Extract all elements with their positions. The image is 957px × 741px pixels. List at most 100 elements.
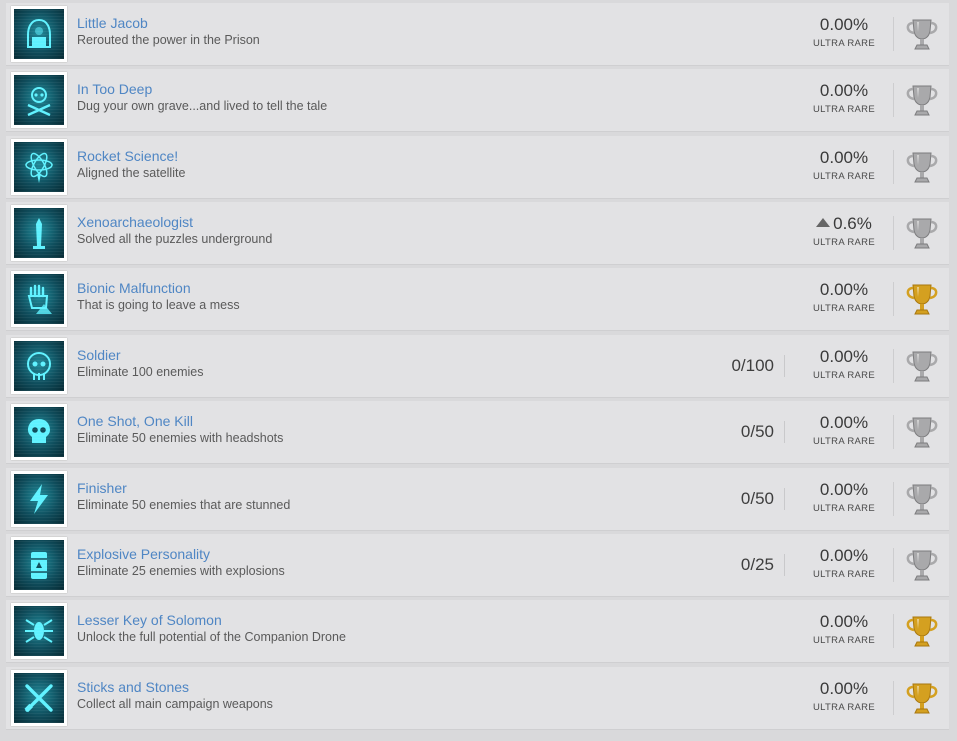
achievement-description: Eliminate 100 enemies: [77, 365, 204, 379]
achievement-row[interactable]: Lesser Key of Solomon Unlock the full po…: [6, 600, 949, 663]
achievement-description: Rerouted the power in the Prison: [77, 33, 260, 47]
achievement-title-link[interactable]: Explosive Personality: [77, 546, 210, 562]
achievement-title-link[interactable]: One Shot, One Kill: [77, 413, 193, 429]
achievement-percent: 0.00%: [812, 148, 876, 168]
divider: [893, 614, 894, 648]
achievement-percent: 0.6%: [812, 214, 876, 234]
rarity-label: ULTRA RARE: [813, 702, 875, 713]
silver-trophy-icon: [902, 546, 942, 586]
achievement-thumbnail[interactable]: [11, 471, 67, 527]
rarity-label: ULTRA RARE: [813, 569, 875, 580]
achievement-percent: 0.00%: [812, 413, 876, 433]
achievement-percent: 0.00%: [812, 546, 876, 566]
percent-value: 0.00%: [819, 15, 869, 34]
achievement-row[interactable]: In Too Deep Dug your own grave...and liv…: [6, 69, 949, 132]
achievement-description: Unlock the full potential of the Compani…: [77, 630, 346, 644]
percent-value: 0.00%: [819, 480, 869, 499]
achievement-thumbnail[interactable]: [11, 6, 67, 62]
rarity-label: ULTRA RARE: [813, 503, 875, 514]
robotic-hand-icon: [14, 274, 64, 324]
achievement-description: Eliminate 50 enemies that are stunned: [77, 498, 291, 512]
achievement-description: That is going to leave a mess: [77, 298, 240, 312]
achievement-percent: 0.00%: [812, 347, 876, 367]
obelisk-icon: [14, 208, 64, 258]
divider: [893, 681, 894, 715]
divider: [893, 548, 894, 582]
achievement-thumbnail[interactable]: [11, 603, 67, 659]
achievement-percent: 0.00%: [812, 612, 876, 632]
divider: [893, 83, 894, 117]
percent-value: 0.00%: [819, 546, 869, 565]
achievement-percent: 0.00%: [812, 81, 876, 101]
gold-trophy-icon: [902, 280, 942, 320]
achievement-description: Collect all main campaign weapons: [77, 697, 273, 711]
percent-value: 0.00%: [819, 679, 869, 698]
achievement-thumbnail[interactable]: [11, 670, 67, 726]
divider: [893, 482, 894, 516]
achievement-description: Solved all the puzzles underground: [77, 232, 273, 246]
rarity-label: ULTRA RARE: [813, 635, 875, 646]
achievement-list: Little Jacob Rerouted the power in the P…: [0, 0, 957, 741]
percent-value: 0.6%: [833, 214, 872, 233]
achievement-description: Dug your own grave...and lived to tell t…: [77, 99, 328, 113]
achievement-thumbnail[interactable]: [11, 72, 67, 128]
silver-trophy-icon: [902, 347, 942, 387]
percent-value: 0.00%: [819, 612, 869, 631]
achievement-row[interactable]: Xenoarchaeologist Solved all the puzzles…: [6, 202, 949, 265]
achievement-progress: 0/100: [731, 355, 785, 377]
silver-trophy-icon: [902, 214, 942, 254]
achievement-title-link[interactable]: Bionic Malfunction: [77, 280, 191, 296]
percent-value: 0.00%: [819, 280, 869, 299]
gold-trophy-icon: [902, 612, 942, 652]
lightning-icon: [14, 474, 64, 524]
achievement-title-link[interactable]: Soldier: [77, 347, 121, 363]
hooded-hacker-icon: [14, 9, 64, 59]
explosive-barrel-icon: [14, 540, 64, 590]
rank-up-icon: [816, 218, 831, 228]
rarity-label: ULTRA RARE: [813, 171, 875, 182]
achievement-percent: 0.00%: [812, 280, 876, 300]
percent-value: 0.00%: [819, 413, 869, 432]
achievement-thumbnail[interactable]: [11, 537, 67, 593]
skull-icon: [14, 407, 64, 457]
silver-trophy-icon: [902, 148, 942, 188]
achievement-thumbnail[interactable]: [11, 271, 67, 327]
achievement-description: Aligned the satellite: [77, 166, 186, 180]
achievement-description: Eliminate 25 enemies with explosions: [77, 564, 285, 578]
achievement-thumbnail[interactable]: [11, 338, 67, 394]
achievement-title-link[interactable]: In Too Deep: [77, 81, 152, 97]
achievement-percent: 0.00%: [812, 15, 876, 35]
achievement-row[interactable]: Explosive Personality Eliminate 25 enemi…: [6, 534, 949, 597]
divider: [893, 349, 894, 383]
divider: [893, 150, 894, 184]
rarity-label: ULTRA RARE: [813, 104, 875, 115]
achievement-row[interactable]: Little Jacob Rerouted the power in the P…: [6, 3, 949, 66]
achievement-row[interactable]: One Shot, One Kill Eliminate 50 enemies …: [6, 401, 949, 464]
rarity-label: ULTRA RARE: [813, 370, 875, 381]
achievement-thumbnail[interactable]: [11, 139, 67, 195]
percent-value: 0.00%: [819, 148, 869, 167]
achievement-title-link[interactable]: Finisher: [77, 480, 127, 496]
rarity-label: ULTRA RARE: [813, 237, 875, 248]
divider: [893, 415, 894, 449]
achievement-title-link[interactable]: Little Jacob: [77, 15, 148, 31]
achievement-title-link[interactable]: Xenoarchaeologist: [77, 214, 193, 230]
achievement-row[interactable]: Bionic Malfunction That is going to leav…: [6, 268, 949, 331]
achievement-row[interactable]: Rocket Science! Aligned the satellite 0.…: [6, 136, 949, 199]
achievement-title-link[interactable]: Sticks and Stones: [77, 679, 189, 695]
divider: [893, 282, 894, 316]
achievement-row[interactable]: Finisher Eliminate 50 enemies that are s…: [6, 468, 949, 531]
silver-trophy-icon: [902, 413, 942, 453]
achievement-thumbnail[interactable]: [11, 205, 67, 261]
achievement-title-link[interactable]: Rocket Science!: [77, 148, 178, 164]
rarity-label: ULTRA RARE: [813, 436, 875, 447]
divider: [893, 17, 894, 51]
achievement-title-link[interactable]: Lesser Key of Solomon: [77, 612, 222, 628]
achievement-progress: 0/50: [741, 488, 785, 510]
achievement-description: Eliminate 50 enemies with headshots: [77, 431, 284, 445]
achievement-row[interactable]: Sticks and Stones Collect all main campa…: [6, 667, 949, 730]
gold-trophy-icon: [902, 679, 942, 719]
achievement-percent: 0.00%: [812, 480, 876, 500]
achievement-thumbnail[interactable]: [11, 404, 67, 460]
achievement-row[interactable]: Soldier Eliminate 100 enemies 0/100 0.00…: [6, 335, 949, 398]
